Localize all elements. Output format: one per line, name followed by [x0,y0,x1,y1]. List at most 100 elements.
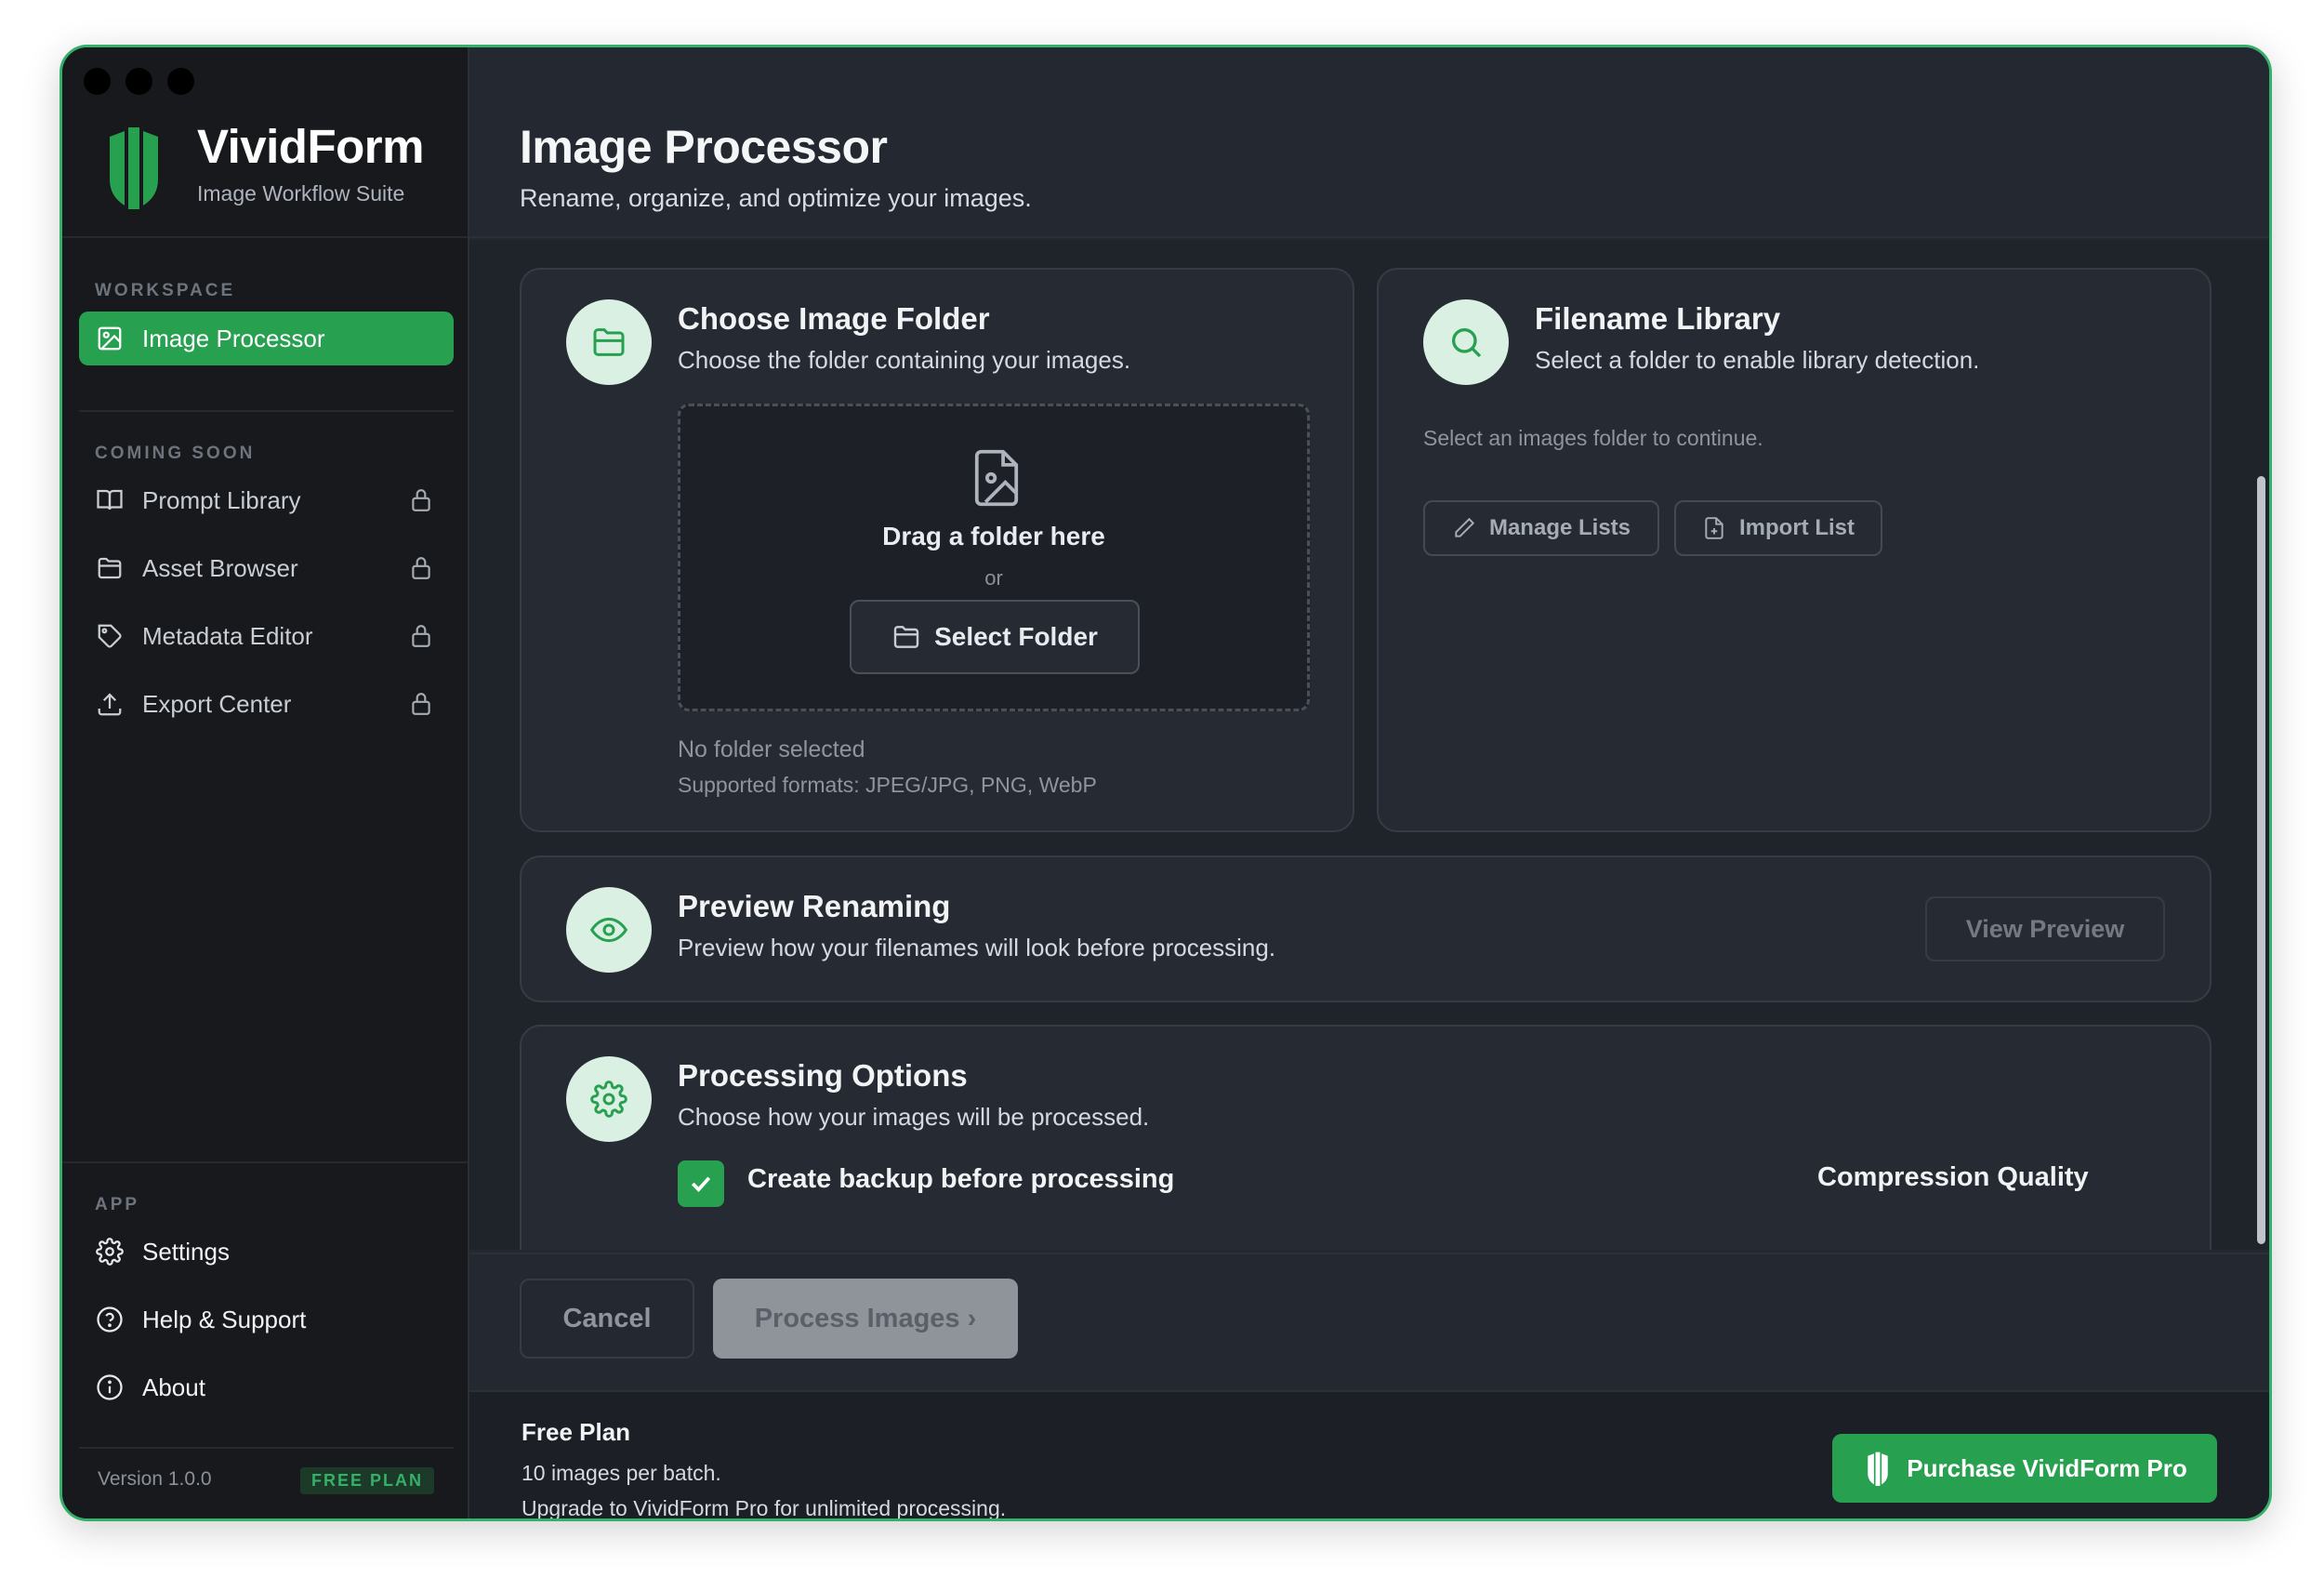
sidebar-item-settings[interactable]: Settings [79,1225,454,1279]
processing-title: Processing Options [678,1058,968,1093]
brand: VividForm Image Workflow Suite [97,120,424,209]
purchase-pro-label: Purchase VividForm Pro [1907,1453,2187,1482]
gear-icon [590,1081,627,1118]
file-plus-icon [1705,517,1723,539]
info-icon [97,1374,123,1400]
content-scroll-area[interactable]: Choose Image Folder Choose the folder co… [469,240,2269,1250]
page-header: Image Processor Rename, organize, and op… [469,47,2269,238]
purchase-pro-button[interactable]: Purchase VividForm Pro [1832,1434,2217,1503]
view-preview-button[interactable]: View Preview [1925,896,2165,961]
minimize-window-button[interactable] [125,68,152,95]
book-icon [97,489,123,510]
sidebar-item-about[interactable]: About [79,1360,454,1414]
folder-dropzone[interactable]: Drag a folder here or Select Folder [678,404,1310,711]
choose-folder-subtitle: Choose the folder containing your images… [678,346,1131,374]
choose-folder-card: Choose Image Folder Choose the folder co… [520,268,1354,832]
file-image-icon [974,449,1019,507]
filename-library-subtitle: Select a folder to enable library detect… [1535,346,1980,374]
vividform-logo-icon [110,127,158,209]
sidebar-divider [62,1161,468,1163]
sidebar-item-metadata-editor[interactable]: Metadata Editor [79,609,454,663]
folder-icon [893,626,919,648]
sidebar-item-label: Prompt Library [142,485,301,514]
compression-quality-label: Compression Quality [1817,1162,2089,1192]
close-window-button[interactable] [84,68,111,95]
eye-icon [590,917,627,943]
pencil-icon [1455,517,1475,537]
preview-subtitle: Preview how your filenames will look bef… [678,934,1276,961]
process-images-button[interactable]: Process Images › [713,1279,1018,1359]
manage-lists-label: Manage Lists [1488,515,1631,540]
lock-icon [412,693,430,715]
tag-icon [98,624,122,648]
backup-label[interactable]: Create backup before processing [747,1164,1174,1195]
search-icon-badge [1423,299,1509,385]
backup-checkbox[interactable] [678,1160,724,1207]
view-preview-label: View Preview [1965,914,2125,943]
sidebar-item-help-support[interactable]: Help & Support [79,1293,454,1346]
app-section-label: APP [95,1195,140,1214]
coming-soon-section-label: COMING SOON [95,444,256,463]
sidebar-item-export-center[interactable]: Export Center [79,677,454,731]
sidebar-item-label: Asset Browser [142,553,298,582]
sidebar-item-asset-browser[interactable]: Asset Browser [79,541,454,595]
plan-footer: Free Plan 10 images per batch. Upgrade t… [469,1390,2269,1518]
action-bar: Cancel Process Images › [469,1253,2269,1390]
sidebar-divider [79,1447,454,1449]
brand-divider [62,236,468,238]
choose-folder-title: Choose Image Folder [678,301,990,336]
sidebar-item-label: About [142,1372,205,1401]
filename-library-card: Filename Library Select a folder to enab… [1377,268,2212,832]
sidebar-item-label: Help & Support [142,1305,307,1333]
folder-status: No folder selected [678,736,865,762]
app-name: VividForm [197,120,424,173]
sidebar-item-label: Settings [142,1237,230,1266]
sidebar-item-prompt-library[interactable]: Prompt Library [79,473,454,527]
processing-subtitle: Choose how your images will be processed… [678,1103,1150,1131]
upload-icon [98,693,122,716]
help-icon [97,1306,123,1332]
zoom-window-button[interactable] [167,68,194,95]
workspace-section-label: WORKSPACE [95,281,236,300]
processing-options-card: Processing Options Choose how your image… [520,1025,2212,1250]
main-panel: Image Processor Rename, organize, and op… [469,47,2269,1518]
sidebar-item-image-processor[interactable]: Image Processor [79,312,454,365]
sidebar-item-label: Image Processor [142,324,325,352]
import-list-button[interactable]: Import List [1674,500,1882,556]
manage-lists-button[interactable]: Manage Lists [1423,500,1659,556]
eye-icon-badge [566,887,652,973]
plan-title: Free Plan [522,1418,631,1446]
folder-open-icon [593,328,625,356]
supported-formats: Supported formats: JPEG/JPG, PNG, WebP [678,773,1097,797]
plan-limit: 10 images per batch. [522,1461,721,1485]
plan-badge: FREE PLAN [299,1467,434,1494]
dropzone-or: or [984,566,1003,590]
sidebar: VividForm Image Workflow Suite WORKSPACE… [62,47,469,1518]
preview-title: Preview Renaming [678,889,951,923]
preview-renaming-card: Preview Renaming Preview how your filena… [520,855,2212,1002]
plan-upgrade-text: Upgrade to VividForm Pro for unlimited p… [522,1496,1007,1520]
search-icon [1452,328,1482,358]
image-icon [98,326,122,351]
vertical-scrollbar[interactable] [2257,476,2265,1244]
library-hint: Select an images folder to continue. [1423,426,1763,450]
select-folder-button[interactable]: Select Folder [850,600,1140,674]
lock-icon [412,625,430,647]
folder-icon-badge [566,299,652,385]
sidebar-item-label: Export Center [142,689,292,718]
page-title: Image Processor [520,121,888,173]
filename-library-title: Filename Library [1535,301,1781,336]
check-icon [691,1176,711,1192]
import-list-label: Import List [1739,515,1855,540]
page-subtitle: Rename, organize, and optimize your imag… [520,184,1032,212]
folder-icon [98,557,122,579]
cancel-button[interactable]: Cancel [520,1279,694,1359]
sidebar-item-label: Metadata Editor [142,621,313,650]
window-controls [84,68,194,95]
lock-icon [412,557,430,579]
app-tagline: Image Workflow Suite [197,181,405,206]
gear-icon-badge [566,1056,652,1142]
lock-icon [412,489,430,511]
select-folder-label: Select Folder [934,622,1098,651]
app-window: VividForm Image Workflow Suite WORKSPACE… [59,45,2272,1521]
